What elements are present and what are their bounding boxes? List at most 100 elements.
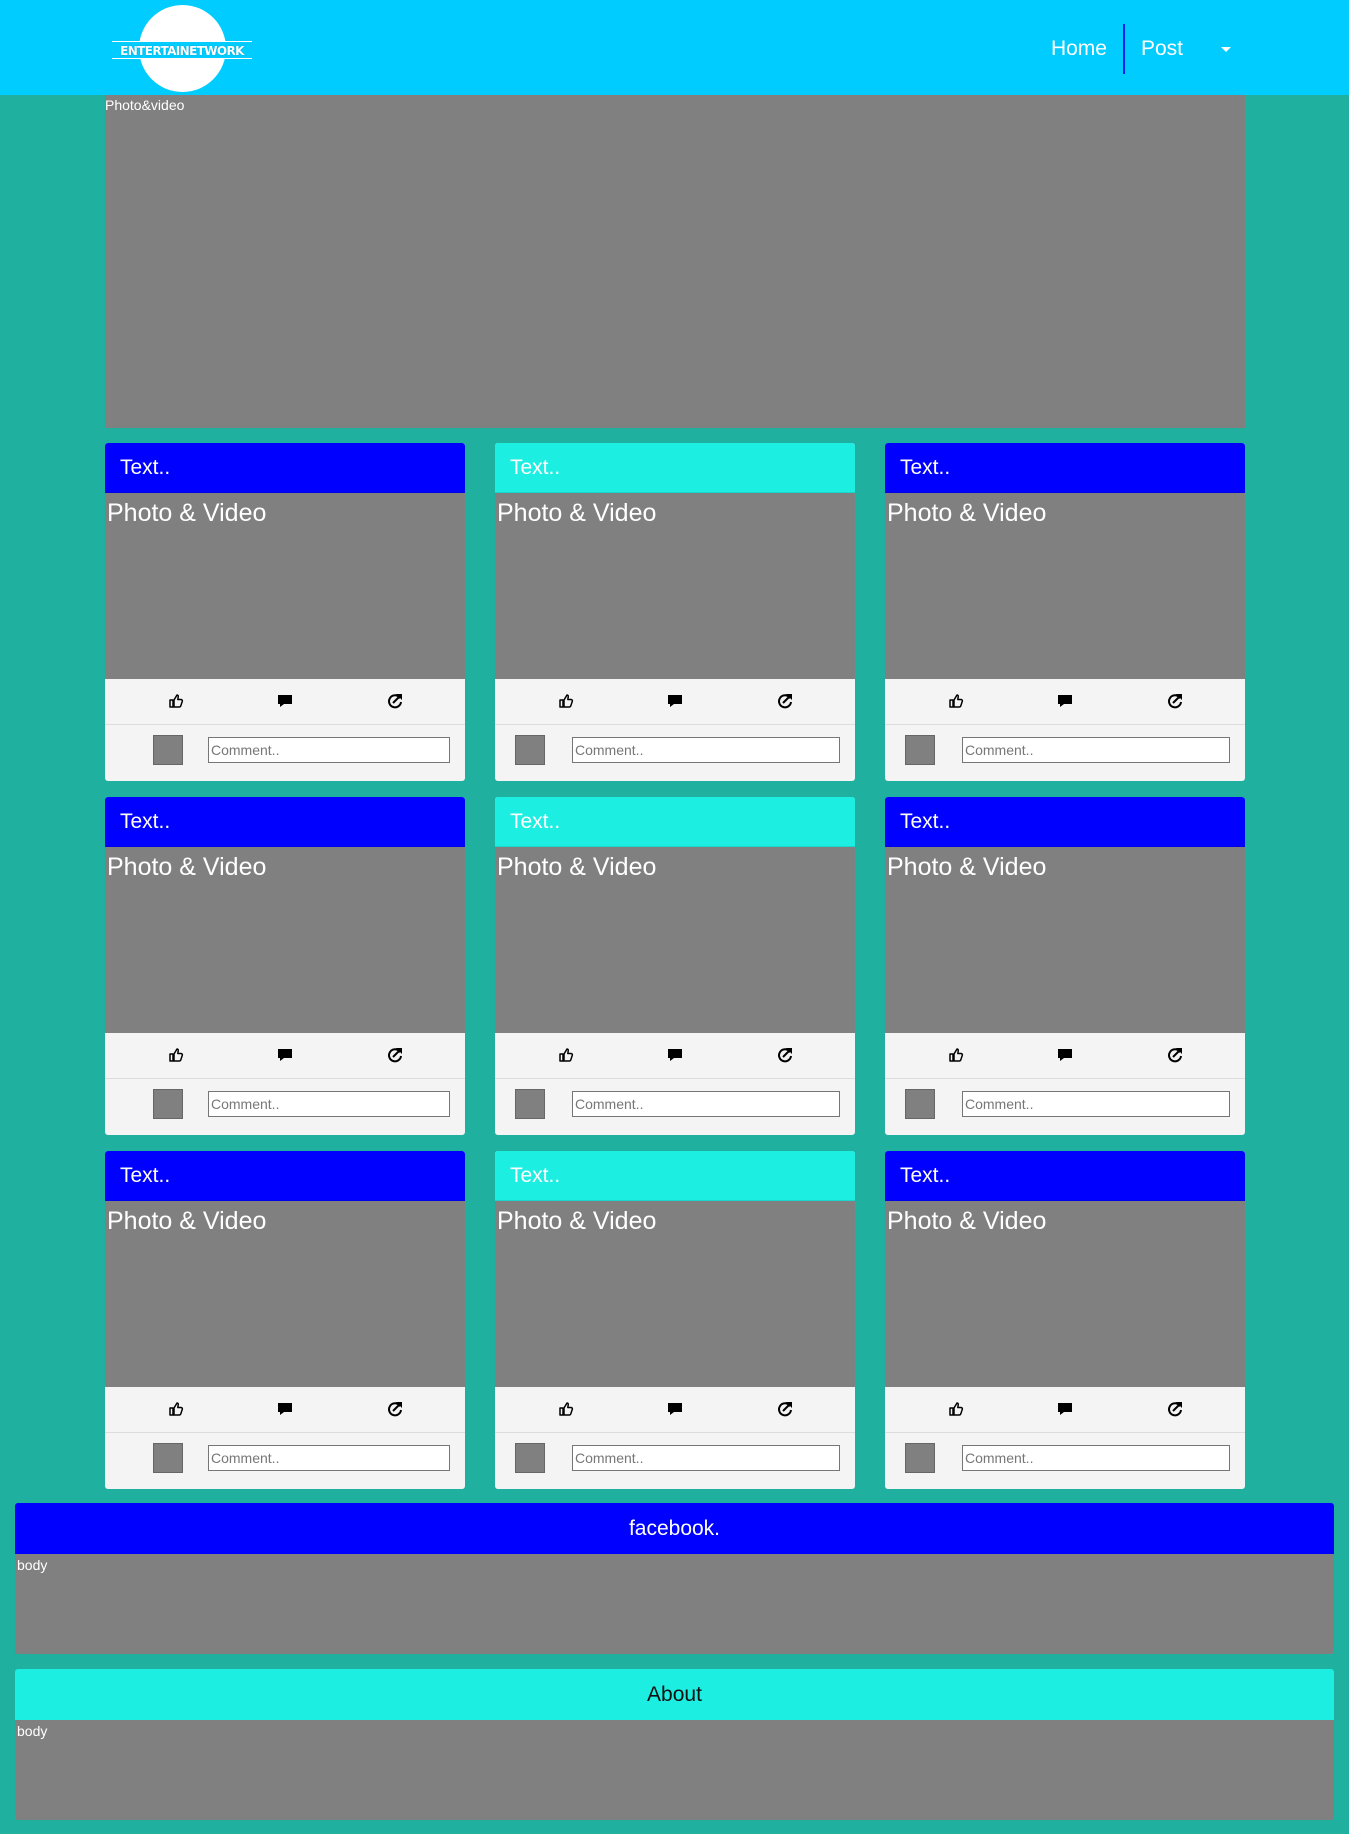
avatar (153, 1443, 183, 1473)
comment-input[interactable] (208, 737, 450, 763)
thumbs-up-icon[interactable] (558, 1401, 574, 1417)
post-card: Text.. Photo & Video (495, 1151, 855, 1489)
card-media: Photo & Video (495, 847, 855, 1033)
card-media: Photo & Video (105, 1201, 465, 1387)
share-icon[interactable] (777, 693, 793, 709)
card-media: Photo & Video (885, 847, 1245, 1033)
card-media: Photo & Video (105, 847, 465, 1033)
comment-input[interactable] (572, 1445, 840, 1471)
card-media: Photo & Video (495, 493, 855, 679)
hero-media: Photo&video (105, 95, 1245, 428)
share-icon[interactable] (1167, 693, 1183, 709)
card-comment-row (495, 1433, 855, 1489)
comment-input[interactable] (208, 1445, 450, 1471)
thumbs-up-icon[interactable] (558, 1047, 574, 1063)
panel-body: body (15, 1720, 1334, 1820)
panel-title: About (15, 1669, 1334, 1720)
post-card: Text.. Photo & Video (885, 1151, 1245, 1489)
card-header: Text.. (885, 1151, 1245, 1201)
avatar (905, 735, 935, 765)
card-header: Text.. (495, 443, 855, 493)
post-card: Text.. Photo & Video (885, 443, 1245, 781)
nav-links: Home Post (1035, 24, 1239, 74)
card-comment-row (885, 725, 1245, 781)
share-icon[interactable] (1167, 1401, 1183, 1417)
logo[interactable]: ENTERTAINETWORK (112, 5, 252, 93)
card-actions (495, 1033, 855, 1079)
thumbs-up-icon[interactable] (948, 1401, 964, 1417)
avatar (153, 1089, 183, 1119)
share-icon[interactable] (387, 1047, 403, 1063)
thumbs-up-icon[interactable] (948, 693, 964, 709)
post-card: Text.. Photo & Video (105, 797, 465, 1135)
thumbs-up-icon[interactable] (168, 1047, 184, 1063)
post-grid: Text..Photo & VideoText..Photo & VideoTe… (105, 443, 1245, 1489)
card-header: Text.. (105, 797, 465, 847)
card-header: Text.. (105, 1151, 465, 1201)
card-comment-row (495, 725, 855, 781)
thumbs-up-icon[interactable] (168, 693, 184, 709)
comment-icon[interactable] (667, 1401, 683, 1417)
card-comment-row (885, 1433, 1245, 1489)
comment-input[interactable] (962, 737, 1230, 763)
avatar (515, 1089, 545, 1119)
post-card: Text.. Photo & Video (105, 1151, 465, 1489)
caret-down-icon[interactable] (1221, 46, 1231, 52)
comment-input[interactable] (962, 1091, 1230, 1117)
share-icon[interactable] (777, 1047, 793, 1063)
card-actions (495, 679, 855, 725)
post-card: Text.. Photo & Video (105, 443, 465, 781)
card-header: Text.. (105, 443, 465, 493)
comment-icon[interactable] (1057, 693, 1073, 709)
thumbs-up-icon[interactable] (558, 693, 574, 709)
share-icon[interactable] (1167, 1047, 1183, 1063)
comment-icon[interactable] (667, 693, 683, 709)
comment-icon[interactable] (1057, 1401, 1073, 1417)
comment-input[interactable] (572, 1091, 840, 1117)
share-icon[interactable] (387, 693, 403, 709)
card-media: Photo & Video (885, 1201, 1245, 1387)
share-icon[interactable] (777, 1401, 793, 1417)
card-header: Text.. (495, 797, 855, 847)
comment-icon[interactable] (277, 693, 293, 709)
comment-icon[interactable] (277, 1401, 293, 1417)
comment-input[interactable] (962, 1445, 1230, 1471)
hero-label: Photo&video (105, 97, 185, 113)
panel-title: facebook. (15, 1503, 1334, 1554)
post-card: Text.. Photo & Video (495, 443, 855, 781)
avatar (515, 1443, 545, 1473)
card-header: Text.. (885, 443, 1245, 493)
card-header: Text.. (885, 797, 1245, 847)
card-media: Photo & Video (885, 493, 1245, 679)
panel-body: body (15, 1554, 1334, 1654)
nav-link-home[interactable]: Home (1035, 24, 1123, 74)
card-comment-row (105, 725, 465, 781)
avatar (905, 1089, 935, 1119)
card-media: Photo & Video (105, 493, 465, 679)
card-comment-row (105, 1433, 465, 1489)
avatar (153, 735, 183, 765)
card-actions (105, 1033, 465, 1079)
card-actions (495, 1387, 855, 1433)
comment-icon[interactable] (667, 1047, 683, 1063)
comment-icon[interactable] (277, 1047, 293, 1063)
thumbs-up-icon[interactable] (168, 1401, 184, 1417)
card-actions (885, 1033, 1245, 1079)
thumbs-up-icon[interactable] (948, 1047, 964, 1063)
avatar (515, 735, 545, 765)
nav-link-post[interactable]: Post (1125, 24, 1199, 74)
post-card: Text.. Photo & Video (495, 797, 855, 1135)
card-header: Text.. (495, 1151, 855, 1201)
facebook-panel: facebook. body (15, 1503, 1334, 1654)
navbar: ENTERTAINETWORK Home Post (0, 0, 1349, 95)
card-comment-row (105, 1079, 465, 1135)
comment-input[interactable] (208, 1091, 450, 1117)
share-icon[interactable] (387, 1401, 403, 1417)
card-comment-row (495, 1079, 855, 1135)
logo-text: ENTERTAINETWORK (112, 41, 252, 59)
comment-icon[interactable] (1057, 1047, 1073, 1063)
card-actions (105, 1387, 465, 1433)
about-panel: About body (15, 1669, 1334, 1820)
comment-input[interactable] (572, 737, 840, 763)
card-actions (105, 679, 465, 725)
